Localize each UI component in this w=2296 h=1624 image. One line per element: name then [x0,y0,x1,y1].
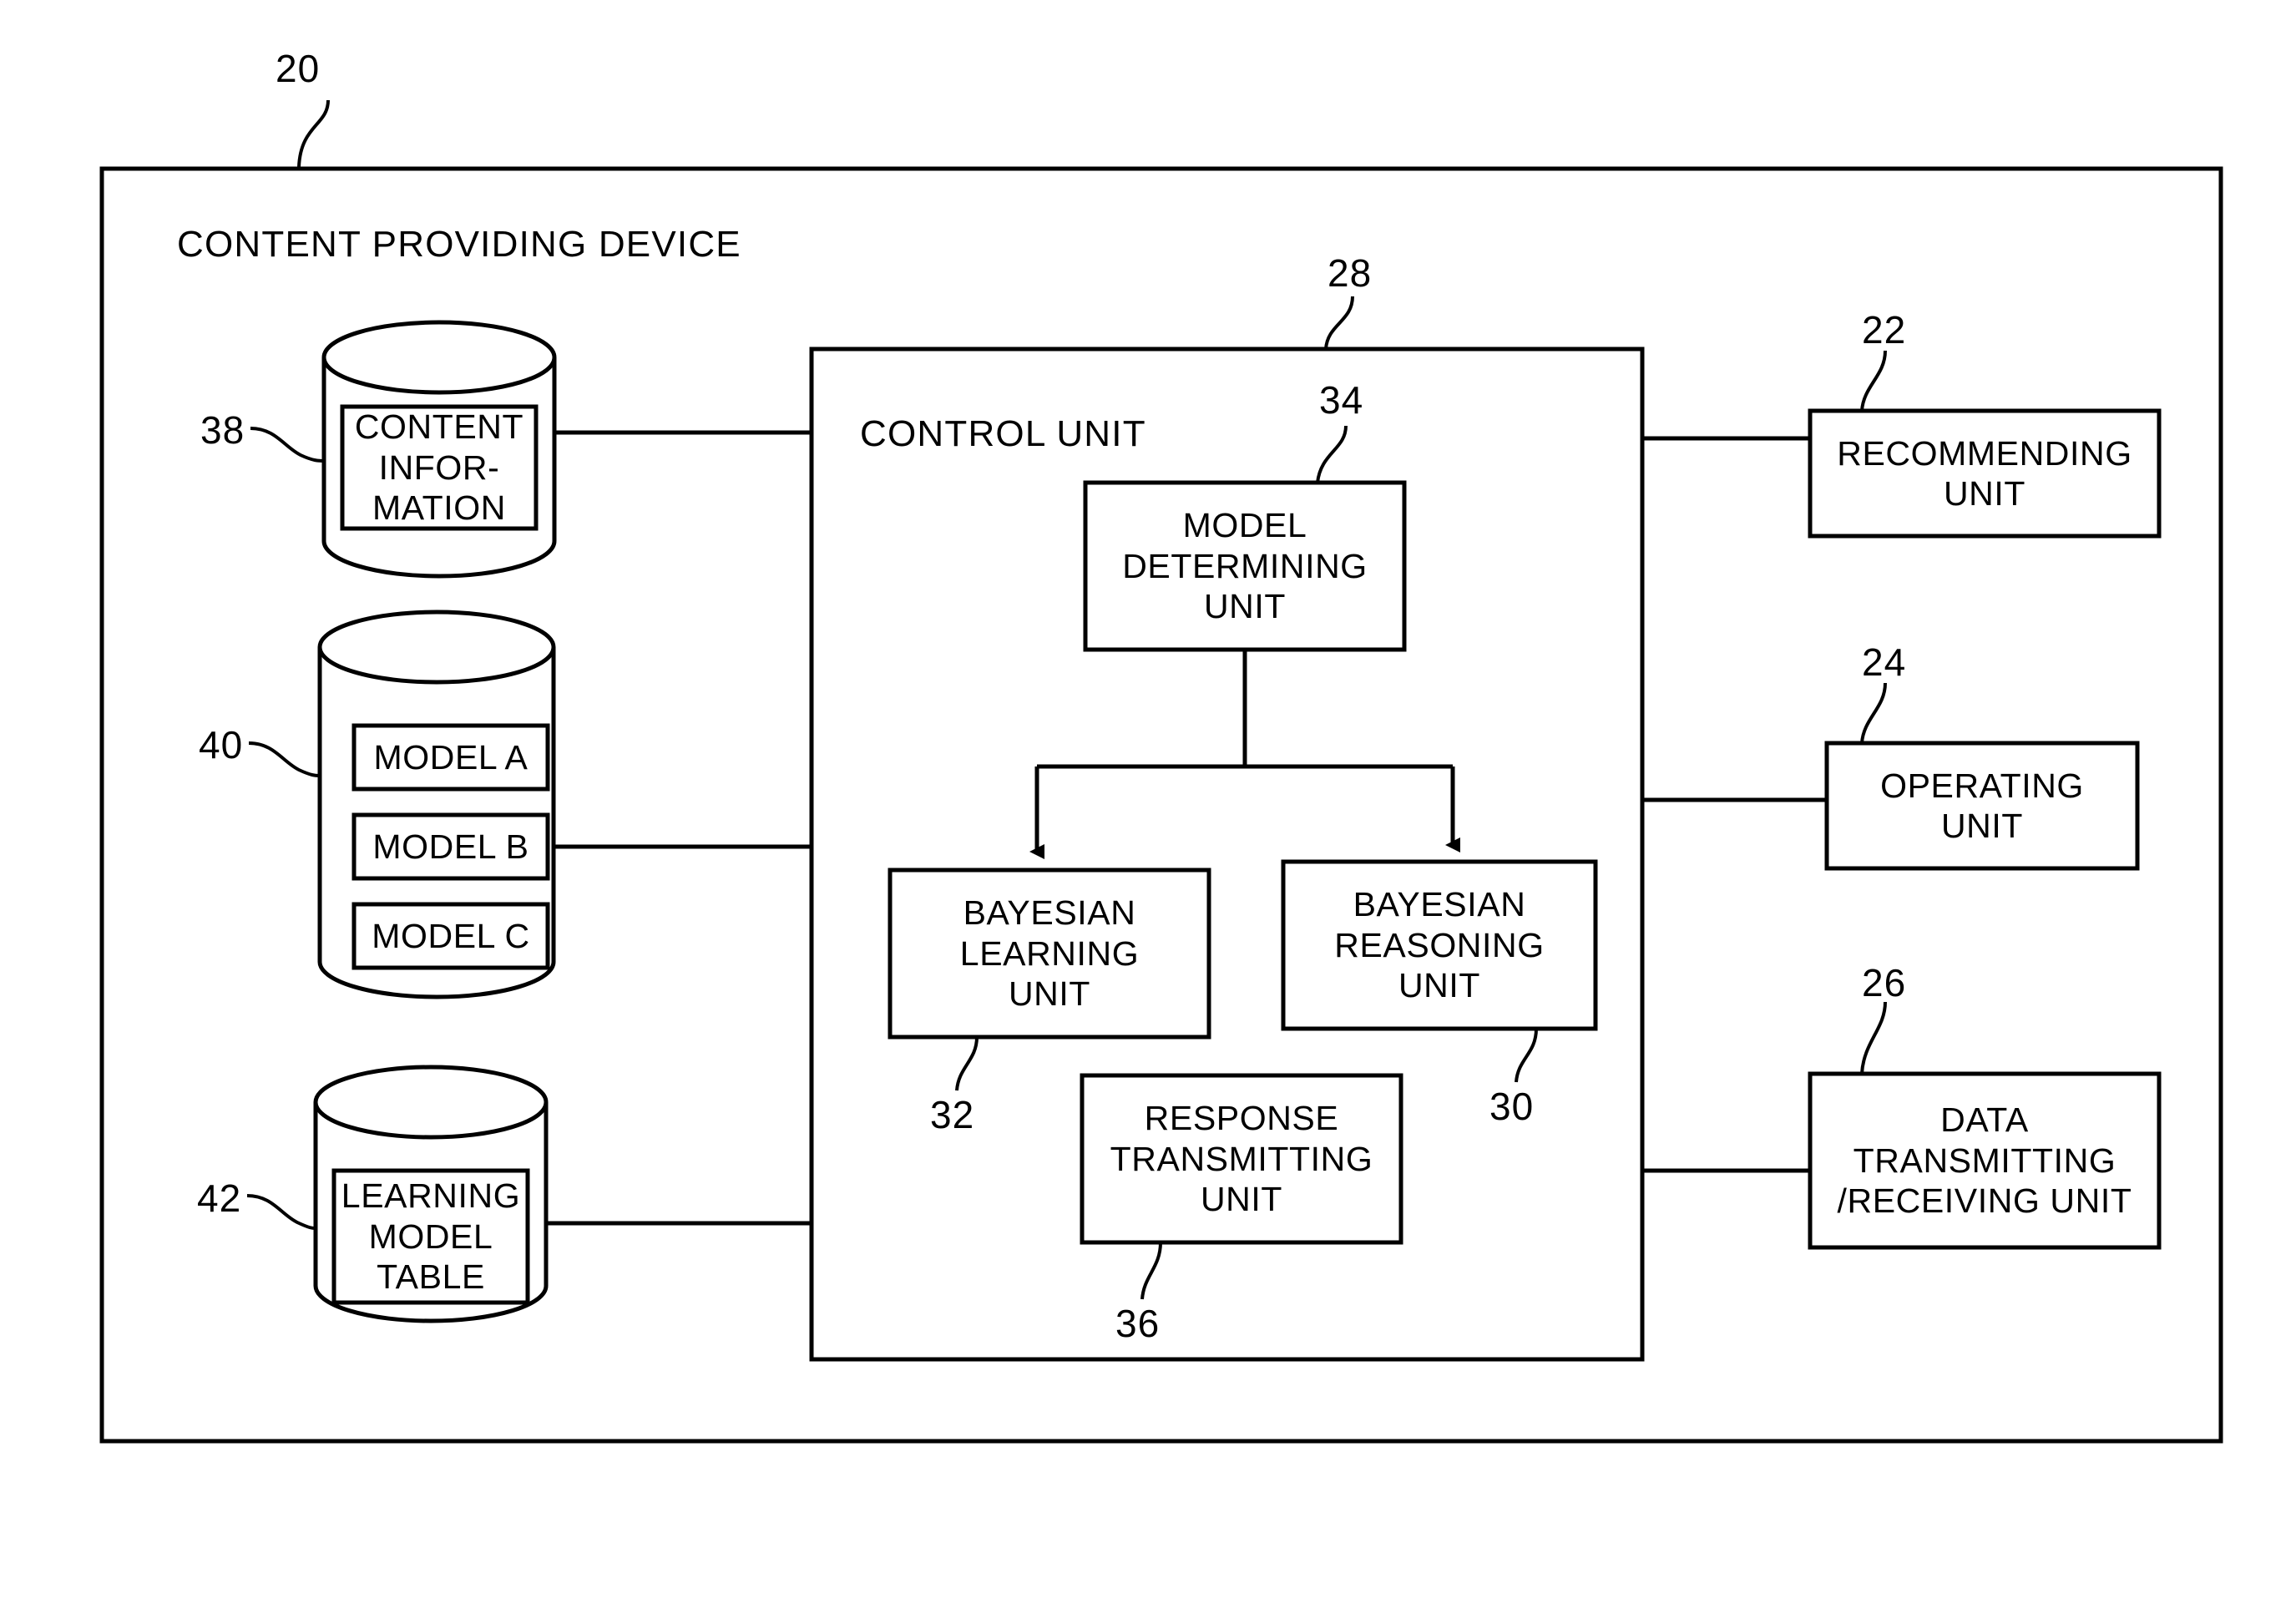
ref-number-20: 20 [276,47,321,90]
ref-number-26: 26 [1862,961,1907,1004]
ref-number-24: 24 [1862,640,1907,684]
response-transmitting-unit[interactable] [1082,1075,1401,1242]
leader-40 [248,741,321,777]
ref-number-30: 30 [1489,1085,1535,1128]
leader-34 [1316,425,1348,483]
operating-unit[interactable] [1827,743,2137,868]
leader-36 [1140,1242,1162,1300]
model-determining-unit[interactable] [1085,483,1404,650]
ref-number-34: 34 [1319,378,1364,422]
leader-22 [1860,350,1887,412]
figure-canvas: 20 CONTENT PROVIDING DEVICE 28 CONTROL U… [0,0,2296,1624]
model-db[interactable] [320,612,554,997]
ref-number-28: 28 [1328,251,1373,295]
bayesian-reasoning-unit[interactable] [1283,862,1596,1029]
ref-number-40: 40 [199,723,244,766]
leader-20 [297,99,330,168]
ref-number-42: 42 [197,1176,242,1220]
ref-number-22: 22 [1862,308,1907,352]
leader-42 [246,1194,316,1230]
leader-30 [1515,1028,1538,1083]
leader-28 [1324,296,1354,350]
bayesian-learning-unit[interactable] [890,870,1209,1037]
device-title: CONTENT PROVIDING DEVICE [177,224,741,265]
ref-number-36: 36 [1115,1302,1161,1345]
ref-number-32: 32 [930,1093,975,1136]
content-information-db[interactable] [324,322,554,576]
learning-model-table-db[interactable] [316,1067,546,1321]
leader-32 [955,1036,979,1091]
leader-26 [1860,1001,1887,1075]
control-unit-title: CONTROL UNIT [860,413,1146,454]
recommending-unit[interactable] [1810,411,2159,536]
leader-24 [1860,682,1887,744]
ref-number-38: 38 [200,408,245,452]
leader-38 [250,427,325,463]
data-transmitting-receiving-unit[interactable] [1810,1074,2159,1247]
